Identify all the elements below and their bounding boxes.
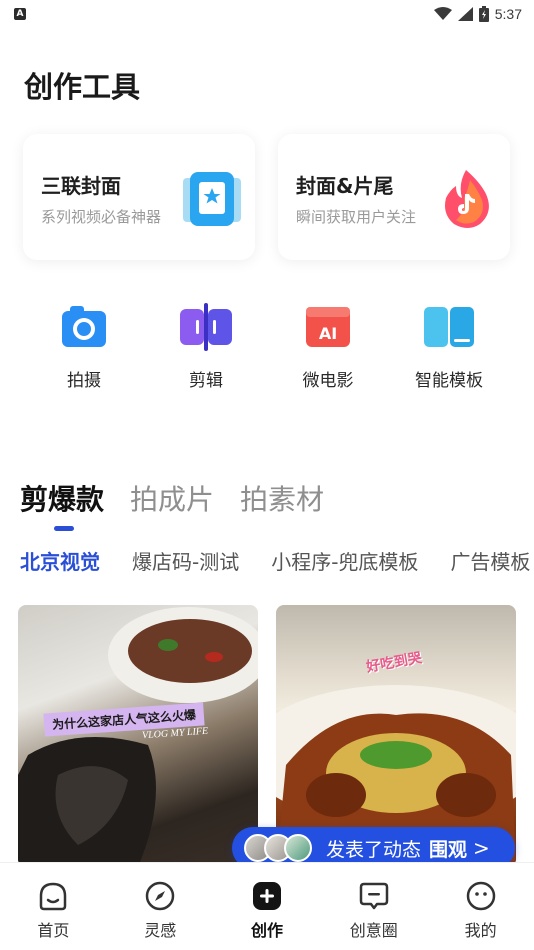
ai-film-icon: AI [306, 307, 350, 347]
tool-micro-film[interactable]: AI 微电影 [273, 300, 383, 400]
svg-text:AI: AI [319, 324, 337, 343]
main-tabs: 剪爆款 拍成片 拍素材 [20, 478, 324, 518]
tool-label: 微电影 [302, 371, 354, 391]
notification-badge-icon: A [14, 8, 26, 20]
profile-face-icon [466, 881, 495, 911]
active-tab-indicator [54, 526, 74, 531]
camera-icon [62, 306, 106, 347]
compass-icon [145, 881, 175, 911]
card-subtitle: 系列视频必备神器 [41, 208, 162, 226]
signal-icon [457, 7, 473, 21]
nav-inspiration[interactable]: 灵感 [107, 863, 214, 950]
page-title: 创作工具 [24, 70, 141, 104]
template-thumbnail[interactable] [18, 605, 258, 867]
card-subtitle: 瞬间获取用户关注 [296, 208, 417, 226]
nav-label: 灵感 [144, 921, 177, 940]
tool-clip[interactable]: 剪辑 [151, 300, 261, 400]
tool-smart-template[interactable]: 智能模板 [394, 300, 504, 400]
sub-tabs: 北京视觉 爆店码-测试 小程序-兜底模板 广告模板 [20, 546, 530, 575]
nav-creative-circle[interactable]: 创意圈 [320, 863, 427, 950]
status-bar: A 5:37 [0, 0, 534, 28]
wifi-icon [433, 7, 452, 20]
battery-icon [478, 6, 489, 22]
nav-profile[interactable]: 我的 [427, 863, 534, 950]
subtab-miniprogram-template[interactable]: 小程序-兜底模板 [271, 546, 418, 575]
card-title: 封面&片尾 [296, 174, 394, 198]
subtab-ad-template[interactable]: 广告模板 [450, 546, 530, 575]
flame-icon [445, 170, 489, 228]
create-plus-icon [252, 882, 281, 910]
activity-action: 围观 [429, 838, 468, 861]
tab-shoot-film[interactable]: 拍成片 [130, 478, 214, 518]
chevron-right-icon: > [473, 836, 490, 860]
status-time: 5:37 [494, 6, 522, 22]
chat-icon [359, 882, 389, 910]
tool-label: 剪辑 [189, 371, 223, 391]
avatar-group [244, 834, 312, 862]
nav-label: 我的 [464, 921, 497, 940]
home-face-icon [40, 882, 67, 911]
bottom-nav: 首页 灵感 创作 创意圈 我的 [0, 862, 534, 950]
activity-text: 发表了动态 [326, 838, 422, 861]
cover-and-ending-card[interactable]: 封面&片尾 瞬间获取用户关注 [278, 134, 510, 260]
tool-label: 拍摄 [67, 371, 101, 391]
tool-camera[interactable]: 拍摄 [29, 300, 139, 400]
tab-hot-edit[interactable]: 剪爆款 [20, 478, 104, 518]
cover-card-icon [183, 172, 241, 226]
clip-icon [180, 303, 232, 351]
subtab-beijing-visual[interactable]: 北京视觉 [20, 546, 100, 575]
triple-cover-card[interactable]: 三联封面 系列视频必备神器 [23, 134, 255, 260]
nav-label: 创作 [250, 921, 283, 940]
tools-row: 拍摄 剪辑 AI 微电影 智能模板 [0, 300, 534, 400]
card-title: 三联封面 [41, 174, 121, 198]
status-icons: 5:37 [433, 6, 522, 22]
tab-shoot-material[interactable]: 拍素材 [240, 478, 324, 518]
nav-home[interactable]: 首页 [0, 863, 107, 950]
avatar [284, 834, 312, 862]
nav-label: 创意圈 [349, 921, 398, 940]
nav-label: 首页 [37, 921, 70, 940]
food-photo [18, 607, 258, 867]
template-icon [424, 307, 474, 347]
nav-create[interactable]: 创作 [214, 863, 321, 950]
subtab-shop-code-test[interactable]: 爆店码-测试 [132, 546, 239, 575]
tool-label: 智能模板 [415, 371, 483, 391]
